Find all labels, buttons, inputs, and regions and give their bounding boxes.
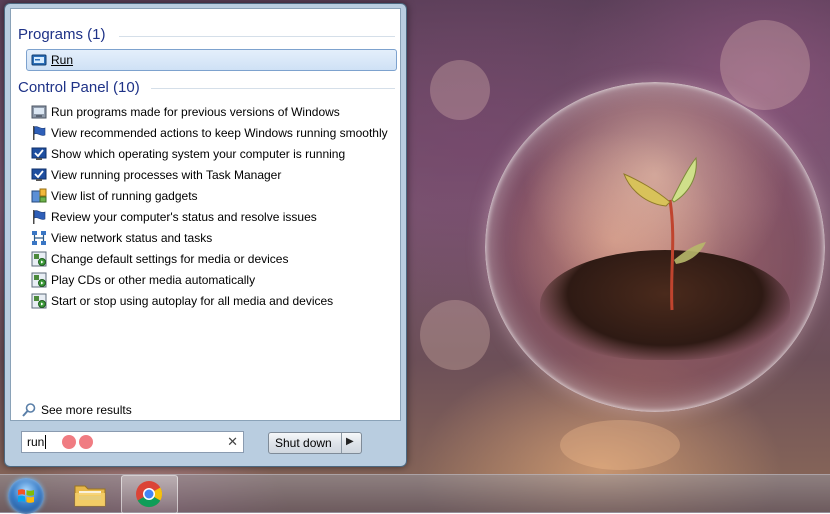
control-panel-item-label: Start or stop using autoplay for all med…: [51, 294, 334, 308]
autoplay-icon: [31, 251, 47, 267]
program-item-run[interactable]: Run: [26, 49, 397, 71]
text-caret: [45, 435, 46, 449]
control-panel-item-label: View running processes with Task Manager: [51, 168, 282, 182]
bokeh-light: [720, 20, 810, 110]
control-panel-item[interactable]: View list of running gadgets: [27, 186, 397, 206]
start-menu: Programs (1) Run Control Panel (10) Run …: [4, 3, 407, 467]
bokeh-light: [420, 300, 490, 370]
autoplay-icon: [31, 272, 47, 288]
bokeh-light: [560, 420, 680, 470]
action-center-flag-icon: [33, 210, 46, 224]
control-panel-item-label: Review your computer's status and resolv…: [51, 210, 317, 224]
control-panel-item[interactable]: View recommended actions to keep Windows…: [27, 123, 397, 143]
programs-header: Programs (1): [18, 26, 106, 43]
bokeh-light: [430, 60, 490, 120]
shutdown-button[interactable]: Shut down ▶: [268, 432, 362, 454]
control-panel-item[interactable]: Show which operating system your compute…: [27, 144, 397, 164]
close-icon[interactable]: ✕: [227, 434, 238, 450]
shutdown-divider: [341, 433, 342, 453]
program-item-label: Run: [51, 53, 74, 67]
autoplay-icon: [31, 293, 47, 309]
sprout-plant: [623, 156, 706, 311]
control-panel-item[interactable]: Play CDs or other media automatically: [27, 270, 397, 290]
taskbar-item-google-chrome[interactable]: [121, 475, 178, 514]
action-center-flag-icon: [33, 126, 46, 140]
folder-icon: [74, 485, 106, 507]
control-panel-item[interactable]: Run programs made for previous versions …: [27, 102, 397, 122]
control-panel-item-label: Show which operating system your compute…: [51, 147, 346, 161]
see-more-results-label: See more results: [41, 403, 132, 417]
control-panel-item-label: Change default settings for media or dev…: [51, 252, 289, 266]
shutdown-label: Shut down: [275, 436, 332, 450]
run-icon: [31, 54, 47, 66]
chrome-icon: [136, 481, 163, 508]
windows-logo-icon: [18, 489, 34, 503]
search-input-value: run: [27, 435, 45, 449]
control-panel-item-label: View recommended actions to keep Windows…: [51, 126, 388, 140]
control-panel-item-label: View network status and tasks: [51, 231, 213, 245]
pointer-highlight: [79, 435, 93, 449]
search-icon: [22, 403, 36, 417]
control-panel-item-label: Run programs made for previous versions …: [51, 105, 340, 119]
compatibility-icon: [31, 105, 47, 119]
control-panel-header: Control Panel (10): [18, 79, 140, 96]
task-manager-icon: [31, 168, 47, 181]
control-panel-item-label: View list of running gadgets: [51, 189, 198, 203]
windows-start-orb-icon[interactable]: [8, 478, 44, 514]
system-check-icon: [31, 147, 47, 160]
section-divider: [119, 36, 395, 37]
control-panel-item[interactable]: Change default settings for media or dev…: [27, 249, 397, 269]
section-divider: [151, 88, 395, 89]
chevron-right-icon[interactable]: ▶: [346, 436, 354, 447]
network-icon: [32, 231, 46, 245]
control-panel-item[interactable]: Start or stop using autoplay for all med…: [27, 291, 397, 311]
search-results-pane: Programs (1) Run Control Panel (10) Run …: [10, 8, 401, 421]
taskbar-item-windows-explorer[interactable]: [64, 475, 116, 512]
pointer-highlight: [62, 435, 76, 449]
control-panel-item[interactable]: View running processes with Task Manager: [27, 165, 397, 185]
control-panel-item[interactable]: View network status and tasks: [27, 228, 397, 248]
control-panel-item[interactable]: Review your computer's status and resolv…: [27, 207, 397, 227]
control-panel-item-label: Play CDs or other media automatically: [51, 273, 256, 287]
search-input[interactable]: run ✕: [21, 431, 244, 453]
gadgets-icon: [31, 188, 47, 203]
